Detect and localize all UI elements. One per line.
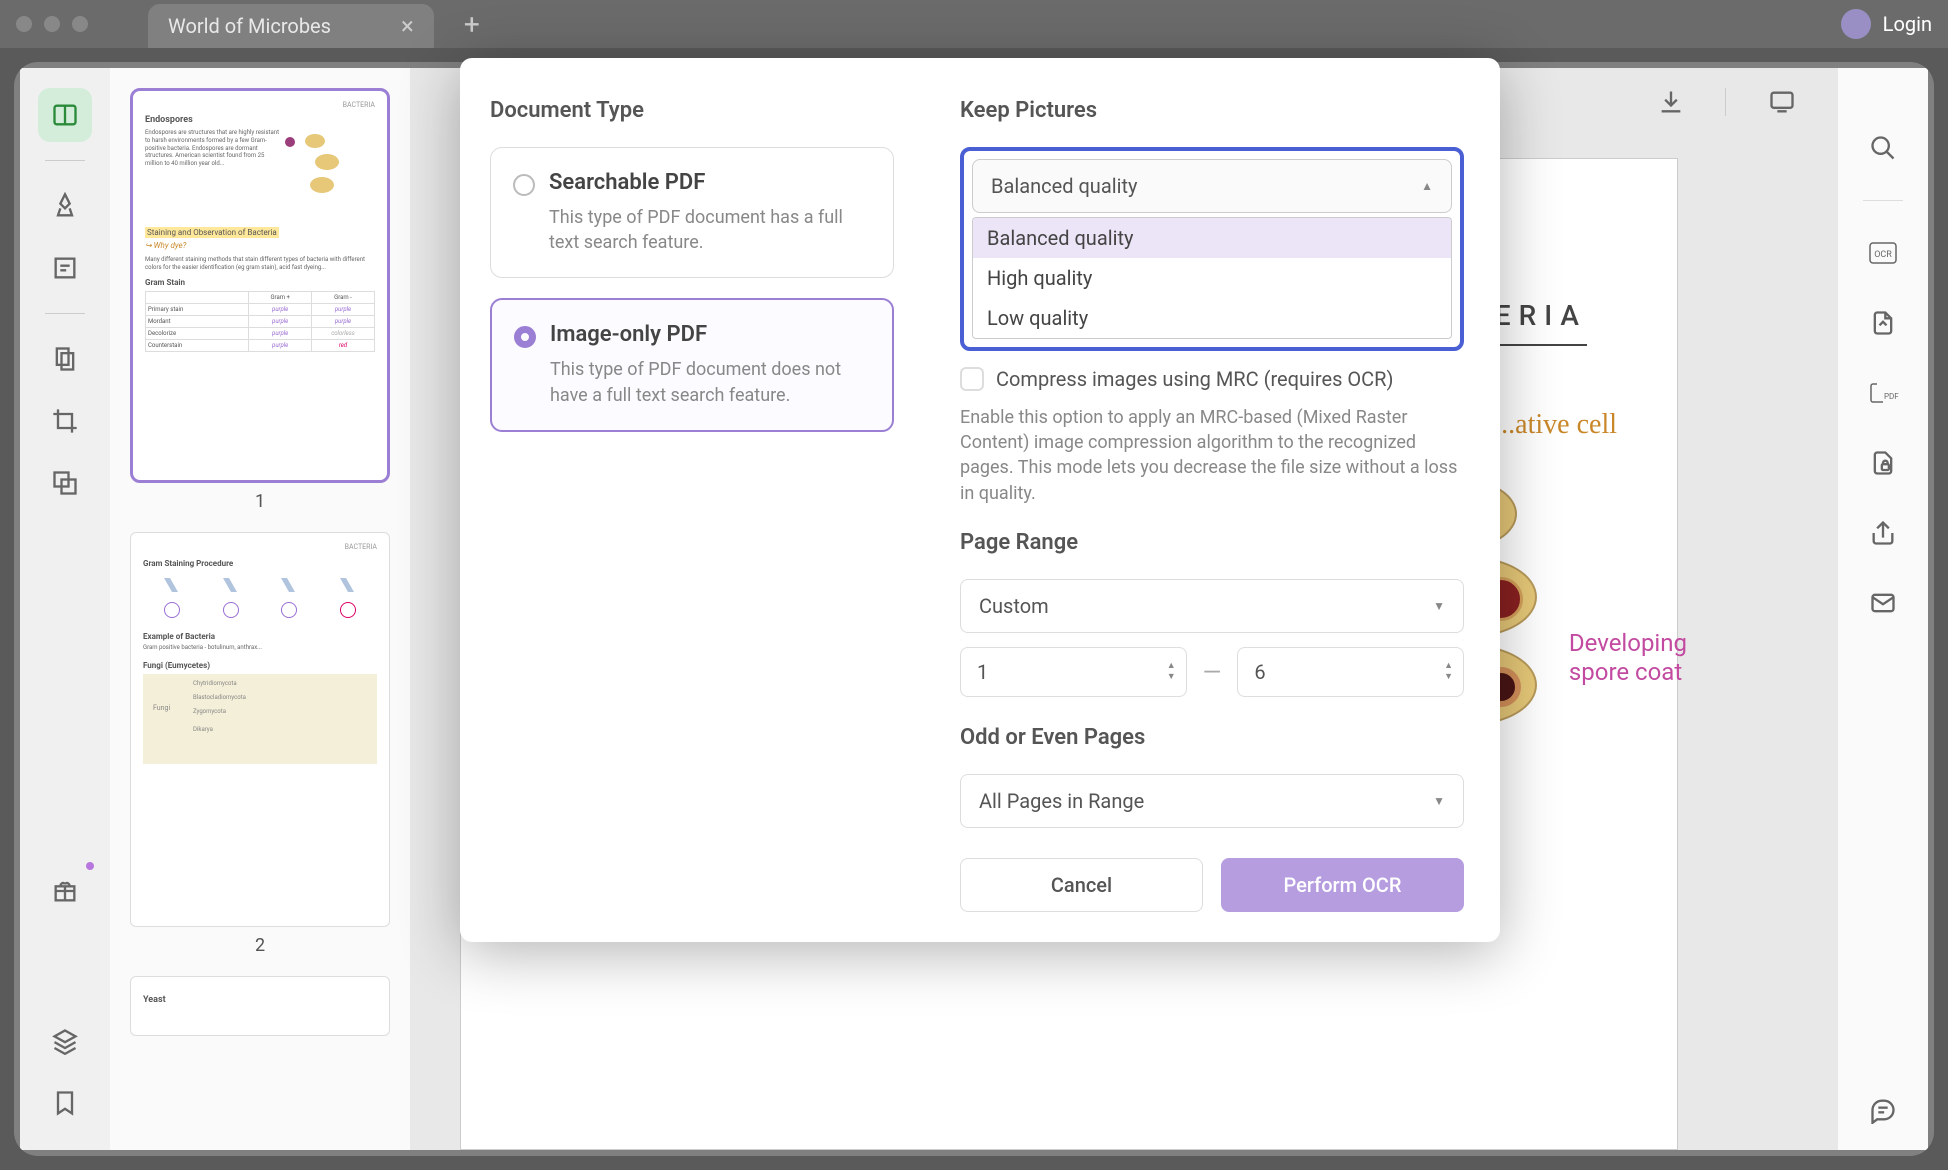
quality-option-balanced[interactable]: Balanced quality [973,218,1451,258]
chevron-down-icon: ▼ [1433,599,1445,613]
image-only-pdf-desc: This type of PDF document does not have … [550,357,868,407]
image-only-pdf-title: Image-only PDF [550,322,868,347]
radio-icon [514,326,536,348]
searchable-pdf-title: Searchable PDF [549,170,869,195]
chevron-up-icon: ▲ [1421,179,1433,193]
spinner-icon[interactable]: ▲▼ [1167,662,1176,682]
page-range-select[interactable]: Custom ▼ [960,579,1464,633]
keep-pictures-title: Keep Pictures [960,98,1464,123]
page-range-value: Custom [979,594,1049,618]
document-type-title: Document Type [490,98,894,123]
range-from-input[interactable]: 1 ▲▼ [960,647,1187,697]
ocr-settings-modal: Document Type Searchable PDF This type o… [460,58,1500,942]
quality-select-container: Balanced quality ▲ Balanced quality High… [960,147,1464,351]
range-to-input[interactable]: 6 ▲▼ [1237,647,1464,697]
odd-even-select[interactable]: All Pages in Range ▼ [960,774,1464,828]
checkbox-icon [960,367,984,391]
radio-icon [513,174,535,196]
mrc-description: Enable this option to apply an MRC-based… [960,405,1464,506]
range-dash: — [1203,658,1222,686]
quality-option-high[interactable]: High quality [973,258,1451,298]
quality-dropdown: Balanced quality High quality Low qualit… [972,217,1452,339]
mrc-checkbox-row[interactable]: Compress images using MRC (requires OCR) [960,365,1464,393]
quality-option-low[interactable]: Low quality [973,298,1451,338]
odd-even-value: All Pages in Range [979,789,1144,813]
page-range-title: Page Range [960,530,1464,555]
modal-overlay: Document Type Searchable PDF This type o… [0,0,1948,1170]
searchable-pdf-desc: This type of PDF document has a full tex… [549,205,869,255]
odd-even-title: Odd or Even Pages [960,725,1464,750]
image-only-pdf-option[interactable]: Image-only PDF This type of PDF document… [490,298,894,431]
quality-selected-value: Balanced quality [991,174,1137,198]
spinner-icon[interactable]: ▲▼ [1444,662,1453,682]
perform-ocr-button[interactable]: Perform OCR [1221,858,1464,912]
quality-select[interactable]: Balanced quality ▲ [972,159,1452,213]
cancel-button[interactable]: Cancel [960,858,1203,912]
chevron-down-icon: ▼ [1433,794,1445,808]
searchable-pdf-option[interactable]: Searchable PDF This type of PDF document… [490,147,894,278]
mrc-label: Compress images using MRC (requires OCR) [996,365,1393,393]
